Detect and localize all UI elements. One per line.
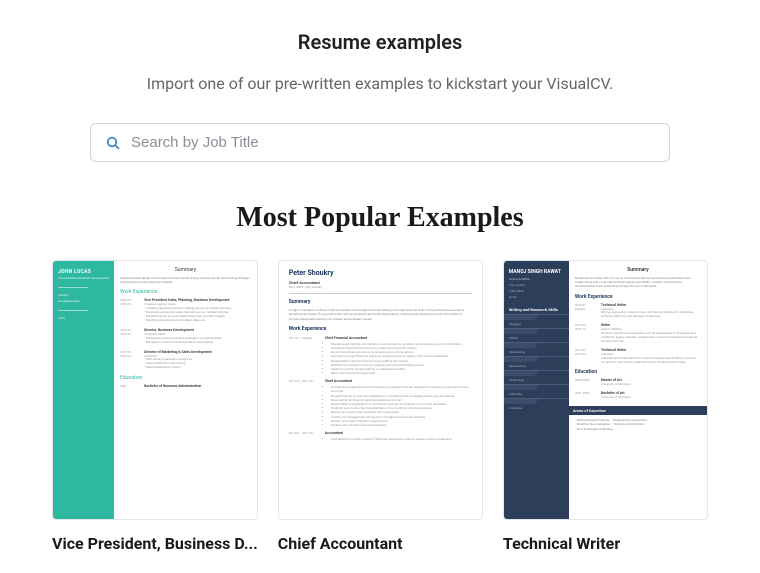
thumb-name: JOHN LUCAS bbox=[58, 269, 109, 275]
search-container bbox=[90, 123, 670, 162]
search-icon bbox=[105, 135, 121, 151]
resume-thumbnail: Peter Shoukry Chief Accountant 2011-2016… bbox=[278, 260, 483, 520]
resume-card-chief-accountant[interactable]: Peter Shoukry Chief Accountant 2011-2016… bbox=[278, 260, 483, 553]
page-subtitle: Import one of our pre-written examples t… bbox=[30, 74, 730, 93]
thumb-role: Vice President, Business Development bbox=[58, 277, 109, 281]
card-title: Vice President, Business D... bbox=[52, 534, 258, 553]
card-title: Technical Writer bbox=[503, 534, 708, 553]
resume-card-technical-writer[interactable]: MANOJ SINGH RAWAT Technical Writer City,… bbox=[503, 260, 708, 553]
cards-grid: JOHN LUCAS Vice President, Business Deve… bbox=[30, 260, 730, 553]
page-title: Resume examples bbox=[30, 30, 730, 54]
resume-card-vp-business[interactable]: JOHN LUCAS Vice President, Business Deve… bbox=[52, 260, 258, 553]
resume-thumbnail: JOHN LUCAS Vice President, Business Deve… bbox=[52, 260, 258, 520]
thumb-name: MANOJ SINGH RAWAT bbox=[509, 269, 564, 275]
search-input[interactable] bbox=[131, 134, 655, 151]
resume-thumbnail: MANOJ SINGH RAWAT Technical Writer City,… bbox=[503, 260, 708, 520]
search-box[interactable] bbox=[90, 123, 670, 162]
card-title: Chief Accountant bbox=[278, 534, 483, 553]
section-title: Most Popular Examples bbox=[30, 202, 730, 234]
thumb-name: Peter Shoukry bbox=[289, 269, 472, 277]
thumb-role: Technical Writer bbox=[509, 277, 564, 281]
